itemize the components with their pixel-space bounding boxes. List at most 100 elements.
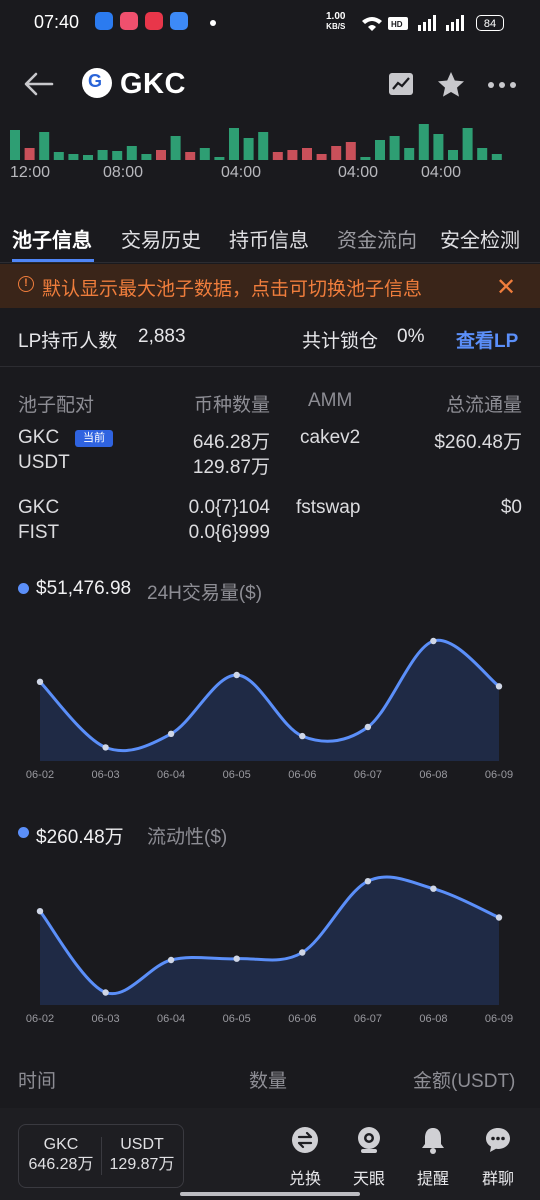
- mini-volume-bar: [83, 155, 93, 160]
- mini-volume-bar: [302, 148, 312, 160]
- mini-volume-bar: [360, 157, 371, 160]
- tab-security-check[interactable]: 安全检测: [440, 224, 520, 253]
- x-tick-label: 06-07: [354, 1013, 382, 1025]
- chat-icon: [486, 1128, 510, 1152]
- x-tick-label: 06-08: [419, 1013, 447, 1025]
- signal-wifi-icons: HD: [362, 15, 464, 31]
- mini-volume-bar: [24, 148, 35, 160]
- mini-volume-bar: [389, 136, 400, 160]
- pool-notice-banner[interactable]: ! 默认显示最大池子数据，点击可切换池子信息 ✕: [0, 264, 540, 308]
- mini-volume-bar: [185, 152, 196, 160]
- amount-b: 0.0{6}999: [188, 522, 270, 543]
- lp-holders-label: LP持币人数: [18, 331, 118, 352]
- amount-b: 129.87万: [192, 457, 270, 478]
- volume-legend-dot: [18, 583, 29, 594]
- volume-value: $51,476.98: [36, 578, 132, 599]
- notice-text: 默认显示最大池子数据，点击可切换池子信息: [42, 279, 423, 300]
- swap-button[interactable]: 兑换: [276, 1126, 334, 1189]
- token-header: G GKC: [0, 55, 540, 115]
- mini-x-label: 08:00: [103, 164, 144, 181]
- col-header-pair: 池子配对: [18, 395, 95, 416]
- back-arrow-icon[interactable]: [22, 69, 56, 99]
- mini-volume-bar: [448, 150, 458, 160]
- amount-a: 646.28万: [192, 432, 270, 453]
- mini-x-label: 04:00: [421, 164, 462, 181]
- mini-volume-bar: [433, 134, 444, 160]
- close-icon[interactable]: ✕: [496, 273, 516, 302]
- group-chat-button[interactable]: 群聊: [469, 1126, 527, 1189]
- tab-fund-flow[interactable]: 资金流向: [337, 224, 421, 253]
- mini-volume-bar: [214, 157, 225, 160]
- locked-value: 0%: [397, 326, 425, 347]
- mini-x-label: 04:00: [338, 164, 379, 181]
- notification-icons: [95, 12, 188, 30]
- mini-volume-bar: [229, 128, 239, 160]
- network-speed: 1.00 KB/S: [326, 11, 346, 32]
- page-title: GKC: [120, 68, 186, 100]
- liquidity-area-chart: 06-02 06-03 06-04 06-05 06-06 06-07 06-08 06-09: [26, 875, 513, 1025]
- liquidity-value: $260.48万: [36, 827, 124, 848]
- mini-volume-bar: [287, 150, 298, 160]
- list-header-value: 金额(USDT): [413, 1071, 516, 1092]
- x-tick-label: 06-05: [223, 1013, 251, 1025]
- data-point: [167, 730, 175, 737]
- data-point: [495, 683, 503, 690]
- mini-volume-bar: [345, 142, 356, 160]
- pair-token-b: USDT: [18, 452, 70, 473]
- view-lp-link[interactable]: 查看LP: [456, 326, 518, 353]
- data-point: [102, 744, 109, 751]
- col-header-amount: 币种数量: [193, 395, 270, 416]
- mini-volume-bar: [156, 150, 166, 160]
- chart-icon[interactable]: [386, 70, 416, 100]
- liquidity-legend-dot: [18, 827, 29, 838]
- x-tick-label: 06-05: [223, 769, 251, 781]
- mini-volume-bar: [404, 148, 415, 160]
- data-point: [430, 637, 437, 645]
- tab-pool-info[interactable]: 池子信息: [12, 224, 92, 253]
- mini-bars: [10, 124, 502, 160]
- home-indicator: [180, 1192, 360, 1196]
- x-tick-label: 06-03: [92, 769, 120, 781]
- mini-volume-bar: [491, 154, 502, 160]
- status-bar: 07:40 1.00 KB/S HD 84: [0, 0, 540, 46]
- pair-token-a: GKC: [18, 427, 60, 448]
- tab-bar: 池子信息 交易历史 持币信息 资金流向 安全检测: [0, 212, 540, 263]
- data-point: [102, 989, 109, 996]
- total-liquidity: $0: [500, 497, 522, 518]
- bottom-action-bar: GKC 646.28万 USDT 129.87万 兑换 天眼 提醒 群聊: [0, 1108, 540, 1200]
- current-badge: 当前: [75, 430, 113, 447]
- data-point: [364, 878, 372, 885]
- app-notification-icon: [95, 12, 113, 30]
- data-point: [233, 671, 240, 679]
- mini-volume-bar: [112, 151, 123, 160]
- app-notification-icon: [120, 12, 138, 30]
- mini-volume-bar: [462, 128, 473, 160]
- col-header-amm: AMM: [308, 390, 353, 411]
- mini-x-label: 12:00: [10, 164, 51, 181]
- more-icon[interactable]: [487, 70, 517, 100]
- tab-trade-history[interactable]: 交易历史: [121, 224, 201, 253]
- pair-amount-box[interactable]: GKC 646.28万 USDT 129.87万: [18, 1124, 184, 1188]
- pair-token-a-summary: GKC 646.28万: [28, 1136, 94, 1173]
- x-tick-label: 06-03: [92, 1013, 120, 1025]
- amm-name: cakev2: [300, 427, 361, 448]
- eye-camera-icon: [358, 1127, 380, 1153]
- x-tick-label: 06-02: [26, 769, 54, 781]
- battery-indicator: 84: [476, 15, 504, 31]
- status-time: 07:40: [34, 12, 80, 32]
- star-icon[interactable]: [436, 70, 466, 100]
- volume-area-chart: 06-02 06-03 06-04 06-05 06-06 06-07 06-08 06-09: [26, 637, 513, 781]
- alert-button[interactable]: 提醒: [404, 1126, 462, 1189]
- mini-volume-bar: [10, 130, 20, 160]
- liquidity-label: 流动性($): [147, 827, 228, 848]
- sky-eye-button[interactable]: 天眼: [340, 1126, 398, 1189]
- mini-x-label: 04:00: [221, 164, 262, 181]
- amm-name: fstswap: [296, 497, 361, 518]
- x-tick-label: 06-06: [288, 769, 316, 781]
- x-tick-label: 06-04: [157, 1013, 185, 1025]
- mini-volume-bar: [68, 154, 79, 160]
- mini-volume-bar: [243, 138, 254, 160]
- info-icon: !: [18, 276, 34, 292]
- mini-volume-bar: [141, 154, 152, 160]
- tab-holder-info[interactable]: 持币信息: [229, 224, 309, 253]
